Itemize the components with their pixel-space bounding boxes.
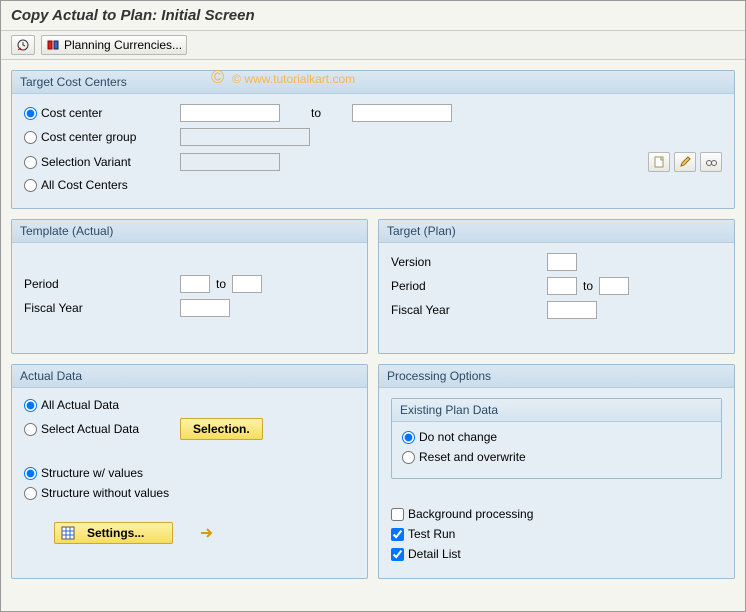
execute-clock-icon	[16, 38, 30, 52]
planning-currencies-label: Planning Currencies...	[64, 38, 182, 52]
template-actual-group: Template (Actual) Period to Fiscal Year	[11, 219, 368, 354]
cost-center-from-input[interactable]	[180, 104, 280, 122]
execute-button[interactable]	[11, 35, 35, 55]
structure-with-values-label: Structure w/ values	[41, 466, 143, 480]
cost-center-group-input	[180, 128, 310, 146]
group-title: Actual Data	[12, 365, 367, 388]
variant-edit-button[interactable]	[674, 152, 696, 172]
target-version-input[interactable]	[547, 253, 577, 271]
processing-options-group: Processing Options Existing Plan Data Do…	[378, 364, 735, 579]
cost-center-group-radio-input[interactable]	[24, 131, 37, 144]
template-period-from-input[interactable]	[180, 275, 210, 293]
cost-center-label: Cost center	[41, 106, 102, 120]
reset-overwrite-radio[interactable]: Reset and overwrite	[402, 450, 526, 464]
planning-currencies-button[interactable]: Planning Currencies...	[41, 35, 187, 55]
actual-data-group: Actual Data All Actual Data Select Actua…	[11, 364, 368, 579]
structure-with-values-radio-input[interactable]	[24, 467, 37, 480]
detail-list-label: Detail List	[408, 547, 461, 561]
selection-variant-input	[180, 153, 280, 171]
glasses-icon	[705, 156, 717, 168]
test-run-input[interactable]	[391, 528, 404, 541]
cost-center-to-input[interactable]	[352, 104, 452, 122]
select-actual-data-label: Select Actual Data	[41, 422, 139, 436]
background-processing-label: Background processing	[408, 507, 533, 521]
reset-overwrite-radio-input[interactable]	[402, 451, 415, 464]
select-actual-data-radio-input[interactable]	[24, 423, 37, 436]
variant-create-button[interactable]	[648, 152, 670, 172]
currencies-icon	[46, 38, 60, 52]
all-actual-data-radio[interactable]: All Actual Data	[24, 398, 119, 412]
structure-with-values-radio[interactable]: Structure w/ values	[24, 466, 143, 480]
all-cost-centers-label: All Cost Centers	[41, 178, 128, 192]
target-plan-group: Target (Plan) Version Period to Fiscal Y…	[378, 219, 735, 354]
target-cost-centers-group: Target Cost Centers Cost center to Cost …	[11, 70, 735, 209]
do-not-change-radio[interactable]: Do not change	[402, 430, 497, 444]
structure-without-values-radio-input[interactable]	[24, 487, 37, 500]
target-period-to-input[interactable]	[599, 277, 629, 295]
page-title: Copy Actual to Plan: Initial Screen	[1, 1, 745, 30]
document-icon	[653, 156, 665, 168]
to-label: to	[286, 106, 346, 120]
nested-title: Existing Plan Data	[392, 399, 721, 422]
selection-variant-radio[interactable]: Selection Variant	[24, 155, 174, 169]
structure-without-values-label: Structure without values	[41, 486, 169, 500]
group-title: Target Cost Centers	[12, 71, 734, 94]
reset-overwrite-label: Reset and overwrite	[419, 450, 526, 464]
settings-button[interactable]: Settings...	[54, 522, 173, 544]
cost-center-group-radio[interactable]: Cost center group	[24, 130, 174, 144]
all-actual-data-label: All Actual Data	[41, 398, 119, 412]
sap-window: Copy Actual to Plan: Initial Screen Plan…	[0, 0, 746, 612]
target-fiscal-year-input[interactable]	[547, 301, 597, 319]
selection-variant-radio-input[interactable]	[24, 156, 37, 169]
selection-variant-label: Selection Variant	[41, 155, 131, 169]
selection-button[interactable]: Selection.	[180, 418, 263, 440]
detail-list-checkbox[interactable]: Detail List	[391, 547, 461, 561]
existing-plan-data-group: Existing Plan Data Do not change	[391, 398, 722, 479]
test-run-checkbox[interactable]: Test Run	[391, 527, 455, 541]
background-processing-checkbox[interactable]: Background processing	[391, 507, 533, 521]
structure-without-values-radio[interactable]: Structure without values	[24, 486, 169, 500]
arrow-right-icon	[199, 526, 215, 540]
toolbar: Planning Currencies...	[1, 30, 745, 60]
cost-center-radio[interactable]: Cost center	[24, 106, 174, 120]
settings-label: Settings...	[87, 526, 144, 540]
pencil-icon	[679, 156, 691, 168]
group-title: Processing Options	[379, 365, 734, 388]
detail-list-input[interactable]	[391, 548, 404, 561]
all-actual-data-radio-input[interactable]	[24, 399, 37, 412]
select-actual-data-radio[interactable]: Select Actual Data	[24, 422, 174, 436]
content: Target Cost Centers Cost center to Cost …	[1, 60, 745, 589]
target-period-from-input[interactable]	[547, 277, 577, 295]
period-label: Period	[391, 279, 541, 293]
do-not-change-label: Do not change	[419, 430, 497, 444]
all-cost-centers-radio[interactable]: All Cost Centers	[24, 178, 174, 192]
cost-center-radio-input[interactable]	[24, 107, 37, 120]
fiscal-year-label: Fiscal Year	[391, 303, 541, 317]
to-label: to	[583, 279, 593, 293]
background-processing-input[interactable]	[391, 508, 404, 521]
grid-icon	[61, 526, 75, 540]
fiscal-year-label: Fiscal Year	[24, 301, 174, 315]
to-label: to	[216, 277, 226, 291]
period-label: Period	[24, 277, 174, 291]
template-fiscal-year-input[interactable]	[180, 299, 230, 317]
template-period-to-input[interactable]	[232, 275, 262, 293]
cost-center-group-label: Cost center group	[41, 130, 136, 144]
variant-display-button[interactable]	[700, 152, 722, 172]
group-title: Template (Actual)	[12, 220, 367, 243]
test-run-label: Test Run	[408, 527, 455, 541]
do-not-change-radio-input[interactable]	[402, 431, 415, 444]
group-title: Target (Plan)	[379, 220, 734, 243]
version-label: Version	[391, 255, 541, 269]
all-cost-centers-radio-input[interactable]	[24, 179, 37, 192]
